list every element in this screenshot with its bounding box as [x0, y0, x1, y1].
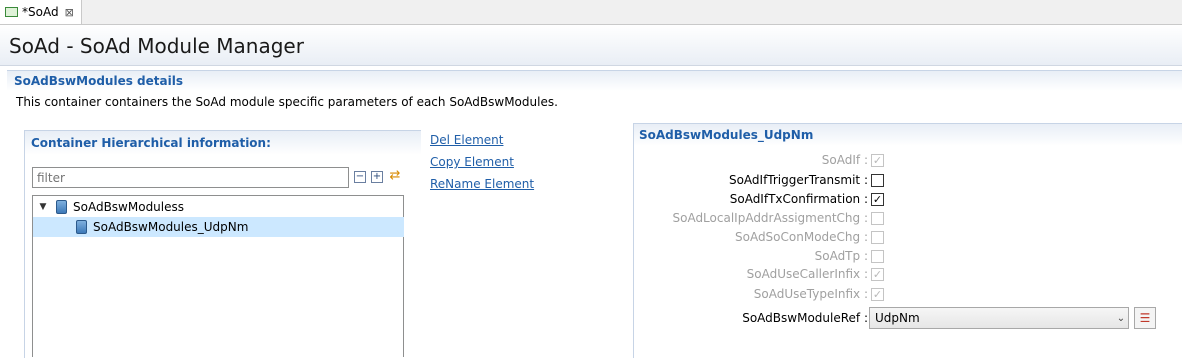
hierarchy-header: Container Hierarchical information:: [25, 131, 421, 155]
filter-input[interactable]: [32, 167, 349, 188]
tree-item-label: SoAdBswModuless: [73, 200, 185, 214]
section-header: SoAdBswModules details: [7, 70, 1182, 91]
tab-label: *SoAd: [22, 5, 59, 19]
param-soadusetypeinfix-checkbox: ✓: [871, 288, 884, 301]
param-soadif-label: SoAdIf :: [821, 153, 868, 167]
hierarchy-title: Container Hierarchical information:: [31, 136, 271, 150]
param-soadlocalipaddrassigmentchg-checkbox: [871, 212, 884, 225]
param-soadiftriggertransmit-label: SoAdIfTriggerTransmit :: [728, 173, 868, 187]
file-icon: [5, 7, 18, 17]
param-soadtp-label: SoAdTp :: [814, 249, 868, 263]
param-soadusetypeinfix-label: SoAdUseTypeInfix :: [753, 287, 868, 301]
param-soadiftriggertransmit-checkbox[interactable]: [871, 174, 884, 187]
collapse-icon: −: [355, 171, 365, 182]
module-ref-value: UdpNm: [875, 311, 920, 325]
sync-icon[interactable]: ⇄: [388, 169, 402, 183]
param-soadusecallerinfix-label: SoAdUseCallerInfix :: [746, 267, 868, 281]
reference-picker-button[interactable]: ☰: [1134, 307, 1156, 329]
tree-item-soadbswmoduless[interactable]: ▼ SoAdBswModuless: [33, 197, 408, 217]
page-title: SoAd - SoAd Module Manager: [9, 34, 304, 58]
details-title: SoAdBswModules_UdpNm: [639, 128, 814, 142]
details-header: SoAdBswModules_UdpNm: [634, 124, 1182, 146]
tree-item-label: SoAdBswModules_UdpNm: [93, 220, 249, 234]
container-icon: [76, 220, 87, 234]
param-soadusecallerinfix-checkbox: ✓: [871, 268, 884, 281]
param-soadiftxconfirmation-label: SoAdIfTxConfirmation :: [729, 192, 868, 206]
param-soadsoconmodechg-checkbox: [871, 231, 884, 244]
expand-all-button[interactable]: +: [371, 171, 383, 183]
param-soadtp-checkbox: [871, 250, 884, 263]
editor-header: SoAd - SoAd Module Manager: [0, 25, 1182, 66]
copy-element-link[interactable]: Copy Element: [430, 155, 514, 169]
collapse-all-button[interactable]: −: [354, 171, 366, 183]
chevron-down-icon: ⌄: [1116, 312, 1126, 324]
container-tree[interactable]: ▼ SoAdBswModuless SoAdBswModules_UdpNm: [32, 195, 404, 357]
module-ref-label: SoAdBswModuleRef :: [742, 311, 868, 325]
module-ref-select[interactable]: UdpNm ⌄: [869, 307, 1129, 329]
rename-element-link[interactable]: ReName Element: [430, 177, 534, 191]
param-soadlocalipaddrassigmentchg-label: SoAdLocalIpAddrAssigmentChg :: [672, 211, 868, 225]
param-soadif-checkbox: ✓: [871, 154, 884, 167]
tree-item-soadbswmodules-udpnm[interactable]: SoAdBswModules_UdpNm: [33, 217, 404, 237]
section-description: This container containers the SoAd modul…: [16, 95, 558, 109]
del-element-link[interactable]: Del Element: [430, 133, 503, 147]
chevron-down-icon[interactable]: ▼: [38, 202, 48, 212]
section-title: SoAdBswModules details: [14, 74, 183, 88]
container-icon: [56, 200, 67, 214]
tab-soad[interactable]: *SoAd ⊠: [0, 0, 82, 24]
expand-icon: +: [372, 171, 382, 182]
editor-tab-bar: *SoAd ⊠: [0, 0, 1182, 25]
list-icon: ☰: [1139, 311, 1151, 325]
close-icon[interactable]: ⊠: [65, 7, 74, 18]
param-soadiftxconfirmation-checkbox[interactable]: ✓: [871, 193, 884, 206]
param-soadsoconmodechg-label: SoAdSoConModeChg :: [734, 230, 868, 244]
